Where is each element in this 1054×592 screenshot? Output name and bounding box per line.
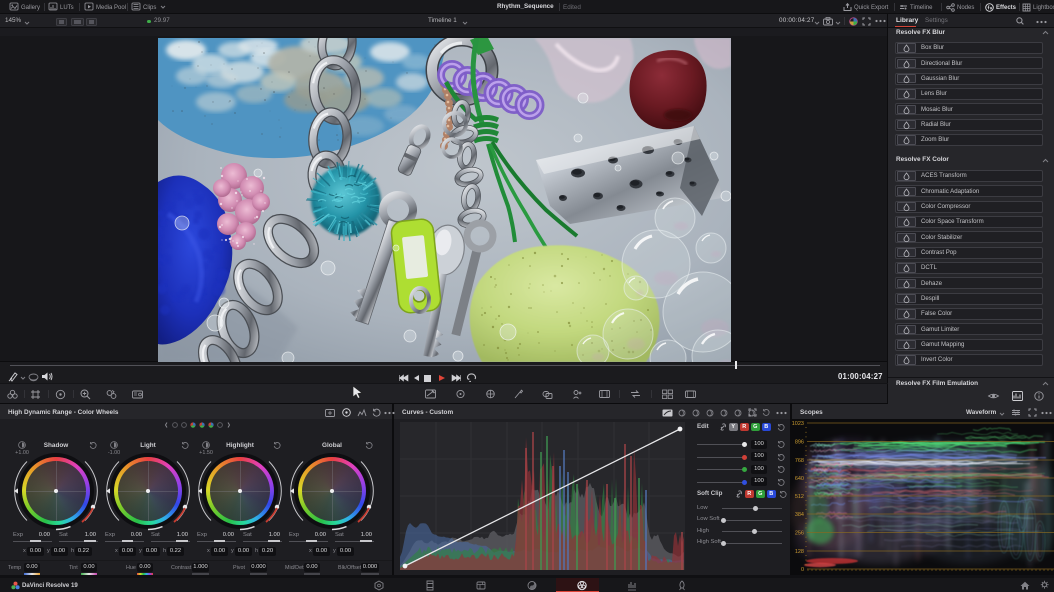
svg-text:128: 128 [795,549,804,555]
svg-text:1023: 1023 [792,421,804,427]
svg-text:640: 640 [795,476,804,482]
svg-text:0: 0 [801,567,804,573]
svg-text:896: 896 [795,440,804,446]
svg-text:256: 256 [795,531,804,537]
svg-text:768: 768 [795,458,804,464]
svg-text:384: 384 [795,512,804,518]
svg-text:512: 512 [795,494,804,500]
